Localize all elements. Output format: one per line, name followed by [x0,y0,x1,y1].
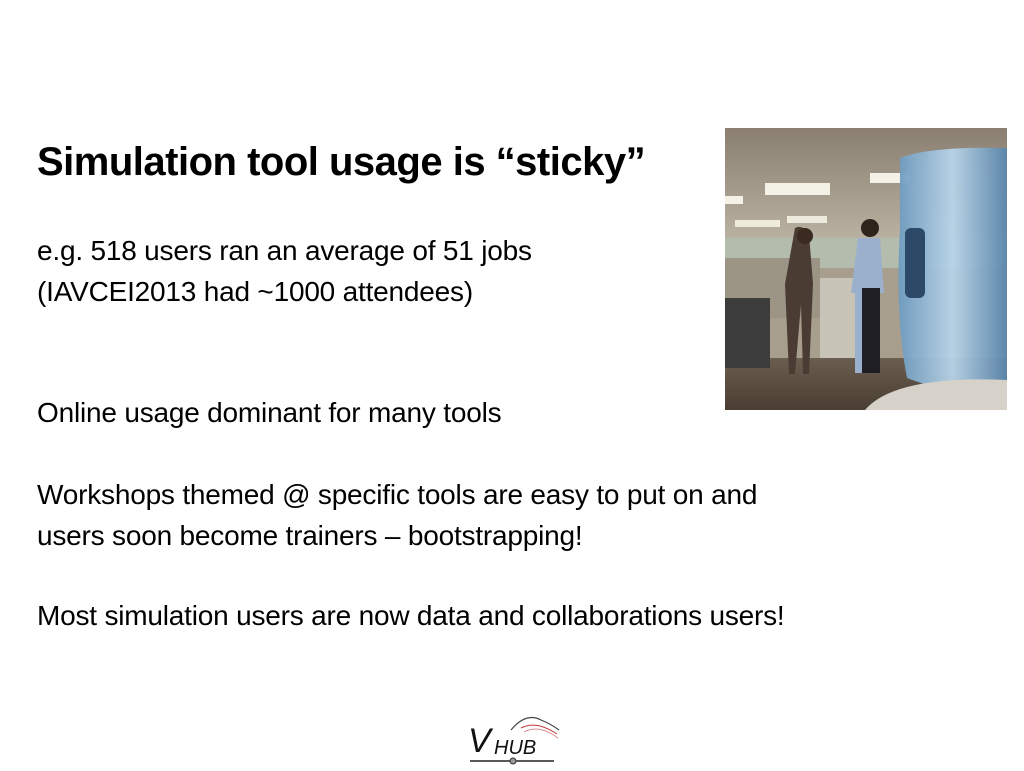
workshops-line-1: Workshops themed @ specific tools are ea… [37,479,758,510]
paragraph-simulation-users: Most simulation users are now data and c… [37,595,785,636]
stats-line-1: e.g. 518 users ran an average of 51 jobs [37,235,532,266]
online-usage-line: Online usage dominant for many tools [37,397,502,428]
logo-v: V [468,722,494,760]
office-water-cooler-photo [725,128,1007,410]
paragraph-stats: e.g. 518 users ran an average of 51 jobs… [37,230,532,312]
workshops-line-2: users soon become trainers – bootstrappi… [37,520,583,551]
logo-hub: HUB [494,737,536,759]
stats-line-2: (IAVCEI2013 had ~1000 attendees) [37,276,473,307]
slide-title: Simulation tool usage is “sticky” [37,140,646,184]
simulation-users-line: Most simulation users are now data and c… [37,600,785,631]
paragraph-online-usage: Online usage dominant for many tools [37,392,502,433]
paragraph-workshops: Workshops themed @ specific tools are ea… [37,474,757,556]
vhub-logo: V HUB [466,710,562,766]
